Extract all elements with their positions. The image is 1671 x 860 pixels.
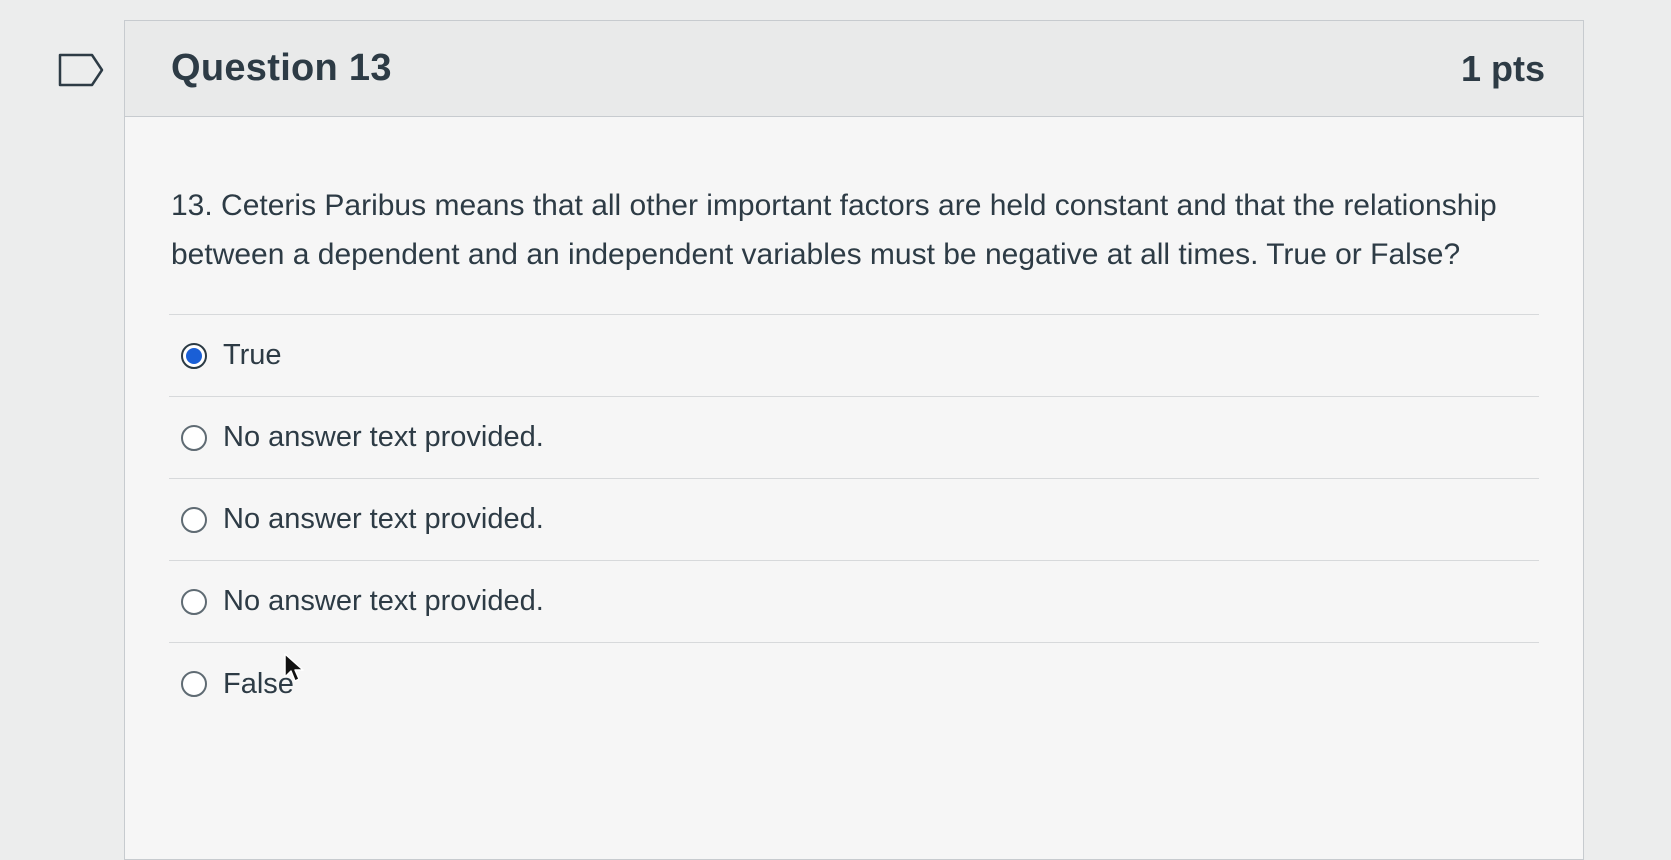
- answer-option-false[interactable]: False: [169, 643, 1539, 725]
- radio-button[interactable]: [181, 671, 207, 697]
- answer-label: No answer text provided.: [223, 585, 544, 617]
- answer-option-4[interactable]: No answer text provided.: [169, 561, 1539, 643]
- answer-option-true[interactable]: True: [169, 315, 1539, 397]
- answer-label: True: [223, 339, 282, 371]
- question-title: Question 13: [171, 47, 392, 89]
- mouse-cursor-icon: [284, 653, 304, 682]
- answer-label: No answer text provided.: [223, 421, 544, 453]
- flag-question-icon[interactable]: [58, 53, 104, 87]
- question-text: 13. Ceteris Paribus means that all other…: [169, 181, 1539, 315]
- question-header: Question 13 1 pts: [125, 21, 1583, 117]
- radio-button[interactable]: [181, 424, 207, 451]
- answer-option-2[interactable]: No answer text provided.: [169, 397, 1539, 479]
- answer-option-3[interactable]: No answer text provided.: [169, 479, 1539, 561]
- question-points: 1 pts: [1460, 47, 1545, 89]
- radio-button[interactable]: [181, 506, 207, 533]
- question-body: 13. Ceteris Paribus means that all other…: [125, 181, 1583, 725]
- answer-label: No answer text provided.: [223, 503, 544, 535]
- question-card: Question 13 1 pts 13. Ceteris Paribus me…: [124, 20, 1584, 860]
- radio-button-selected[interactable]: [181, 342, 207, 369]
- radio-button[interactable]: [181, 588, 207, 615]
